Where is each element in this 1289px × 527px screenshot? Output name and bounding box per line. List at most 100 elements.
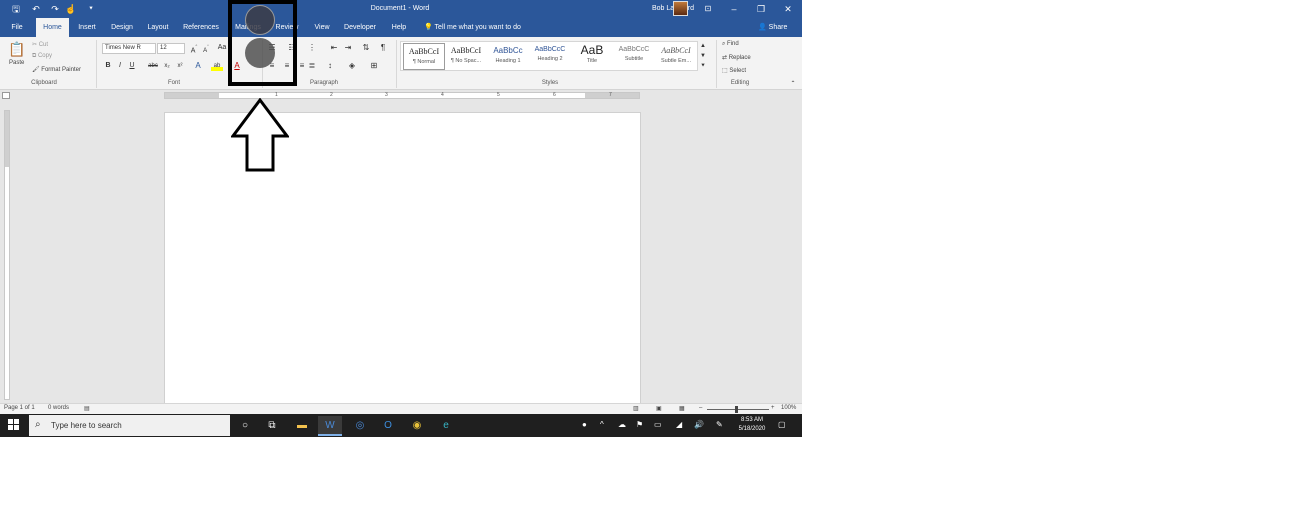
outlook-icon[interactable]: O [376, 416, 400, 436]
network-icon[interactable]: ⚑ [636, 419, 643, 431]
superscript-button[interactable]: x² [175, 61, 185, 71]
remote-app-icon[interactable]: ◎ [348, 416, 372, 436]
underline-button[interactable]: U [128, 61, 136, 71]
zoom-slider[interactable] [707, 409, 769, 410]
chrome-icon[interactable]: ◉ [405, 416, 429, 436]
tell-me-search[interactable]: 💡 Tell me what you want to do [424, 18, 521, 37]
highlight-color-icon[interactable]: ab [211, 61, 223, 71]
strikethrough-button[interactable]: abc [146, 61, 160, 71]
read-mode-icon[interactable]: ▥ [633, 405, 639, 412]
tab-design[interactable]: Design [106, 18, 138, 37]
zoom-in-icon[interactable]: + [771, 405, 775, 411]
style-name: Heading 1 [495, 58, 521, 64]
windows-start-icon[interactable] [8, 419, 20, 431]
task-view-icon[interactable]: ⧉ [260, 416, 284, 436]
replace-button[interactable]: ⇄ Replace [722, 54, 751, 61]
decrease-indent-icon[interactable]: ⇤ [328, 43, 340, 53]
collapse-ribbon-icon[interactable]: ⌃ [788, 79, 798, 89]
style-heading-1[interactable]: AaBbCc Heading 1 [487, 43, 529, 70]
format-painter-button[interactable]: 🖌 Format Painter [32, 66, 81, 73]
borders-icon[interactable]: ⊞ [368, 61, 380, 71]
styles-more-icon[interactable]: ⯆ [698, 61, 708, 71]
tab-layout[interactable]: Layout [142, 18, 174, 37]
ribbon-display-options-icon[interactable]: ⊡ [698, 2, 718, 16]
style-subtle-emphasis[interactable]: AaBbCcI Subtle Em... [655, 43, 697, 70]
proofing-icon[interactable]: ▤ [84, 405, 90, 412]
cortana-icon[interactable]: ○ [233, 416, 257, 436]
style-title[interactable]: AaB Title [571, 43, 613, 70]
zoom-out-icon[interactable]: – [699, 405, 702, 411]
copy-button[interactable]: ⧉ Copy [32, 53, 52, 60]
font-name-select[interactable]: Times New R [102, 43, 156, 54]
subscript-button[interactable]: x₂ [162, 61, 172, 71]
touch-mode-icon[interactable]: ☝ [65, 3, 77, 15]
volume-icon[interactable]: 🔊 [694, 419, 704, 431]
styles-scroll-down-icon[interactable]: ▼ [698, 51, 708, 61]
word-count[interactable]: 0 words [48, 405, 69, 411]
cut-button[interactable]: ✂ Cut [32, 41, 48, 48]
notifications-icon[interactable]: ▢ [778, 419, 786, 431]
replace-icon: ⇄ [722, 55, 729, 61]
paste-label[interactable]: Paste [9, 60, 24, 66]
styles-scroll-up-icon[interactable]: ▲ [698, 41, 708, 51]
tab-view[interactable]: View [308, 18, 336, 37]
minimize-button[interactable]: – [724, 2, 744, 16]
pen-icon[interactable]: ✎ [716, 419, 723, 431]
style-subtitle[interactable]: AaBbCcC Subtitle [613, 43, 655, 70]
group-divider [96, 40, 97, 88]
tab-file[interactable]: File [4, 18, 30, 37]
line-spacing-icon[interactable]: ↕ [324, 61, 336, 71]
justify-icon[interactable]: ≣ [306, 61, 318, 71]
italic-button[interactable]: I [116, 61, 124, 71]
style-no-spacing[interactable]: AaBbCcI ¶ No Spac... [445, 43, 487, 70]
page-count[interactable]: Page 1 of 1 [4, 405, 35, 411]
word-app-icon[interactable]: W [318, 416, 342, 436]
style-normal[interactable]: AaBbCcI ¶ Normal [403, 43, 445, 70]
increase-indent-icon[interactable]: ⇥ [342, 43, 354, 53]
vertical-ruler[interactable] [4, 110, 10, 400]
style-heading-2[interactable]: AaBbCcC Heading 2 [529, 43, 571, 70]
avatar[interactable] [673, 1, 688, 16]
show-hidden-icons[interactable]: ^ [600, 419, 604, 431]
bold-button[interactable]: B [104, 61, 112, 71]
tab-insert[interactable]: Insert [72, 18, 102, 37]
find-button[interactable]: ⌕ Find [722, 41, 739, 48]
onedrive-icon[interactable]: ☁ [618, 419, 626, 431]
restore-button[interactable]: ❐ [751, 2, 771, 16]
redo-icon[interactable]: ↷ [49, 3, 61, 15]
customize-qat-icon[interactable]: ⯆ [86, 3, 96, 15]
select-button[interactable]: ⬚ Select [722, 67, 746, 74]
print-layout-icon[interactable]: ▣ [656, 405, 662, 412]
change-case-icon[interactable]: Aa [216, 43, 228, 53]
shrink-font-icon[interactable]: Aˇ [201, 43, 211, 56]
clock[interactable]: 8:53 AM 5/18/2020 [736, 416, 768, 434]
taskbar-search[interactable]: ⌕ Type here to search [29, 415, 230, 436]
zoom-slider-thumb[interactable] [735, 406, 738, 413]
tray-app-icon[interactable]: ● [582, 419, 587, 431]
multilevel-list-icon[interactable]: ⋮ [306, 43, 318, 53]
show-formatting-icon[interactable]: ¶ [378, 43, 388, 53]
edge-icon[interactable]: e [434, 416, 458, 436]
text-effects-icon[interactable]: A [193, 61, 203, 71]
web-layout-icon[interactable]: ▦ [679, 405, 685, 412]
share-button[interactable]: 👤 Share [758, 18, 787, 37]
save-icon[interactable]: 🖫 [10, 3, 22, 15]
tab-help[interactable]: Help [384, 18, 414, 37]
grow-font-icon[interactable]: Aˆ [189, 43, 199, 56]
close-button[interactable]: ✕ [778, 2, 798, 16]
battery-icon[interactable]: ▭ [654, 419, 662, 431]
sort-icon[interactable]: ⇅ [360, 43, 372, 53]
shading-icon[interactable]: ◈ [346, 61, 358, 71]
tab-developer[interactable]: Developer [340, 18, 380, 37]
undo-icon[interactable]: ↶ [30, 3, 42, 15]
ruler-number: 3 [385, 92, 388, 98]
style-name: Heading 2 [537, 56, 563, 62]
tab-references[interactable]: References [178, 18, 224, 37]
file-explorer-icon[interactable]: ▬ [290, 416, 314, 436]
tab-selector[interactable] [2, 92, 10, 99]
tab-home[interactable]: Home [36, 18, 69, 37]
font-size-select[interactable]: 12 [157, 43, 185, 54]
zoom-level[interactable]: 100% [781, 405, 796, 411]
paste-icon[interactable]: 📋 [8, 41, 26, 57]
wifi-icon[interactable]: ◢ [676, 419, 682, 431]
